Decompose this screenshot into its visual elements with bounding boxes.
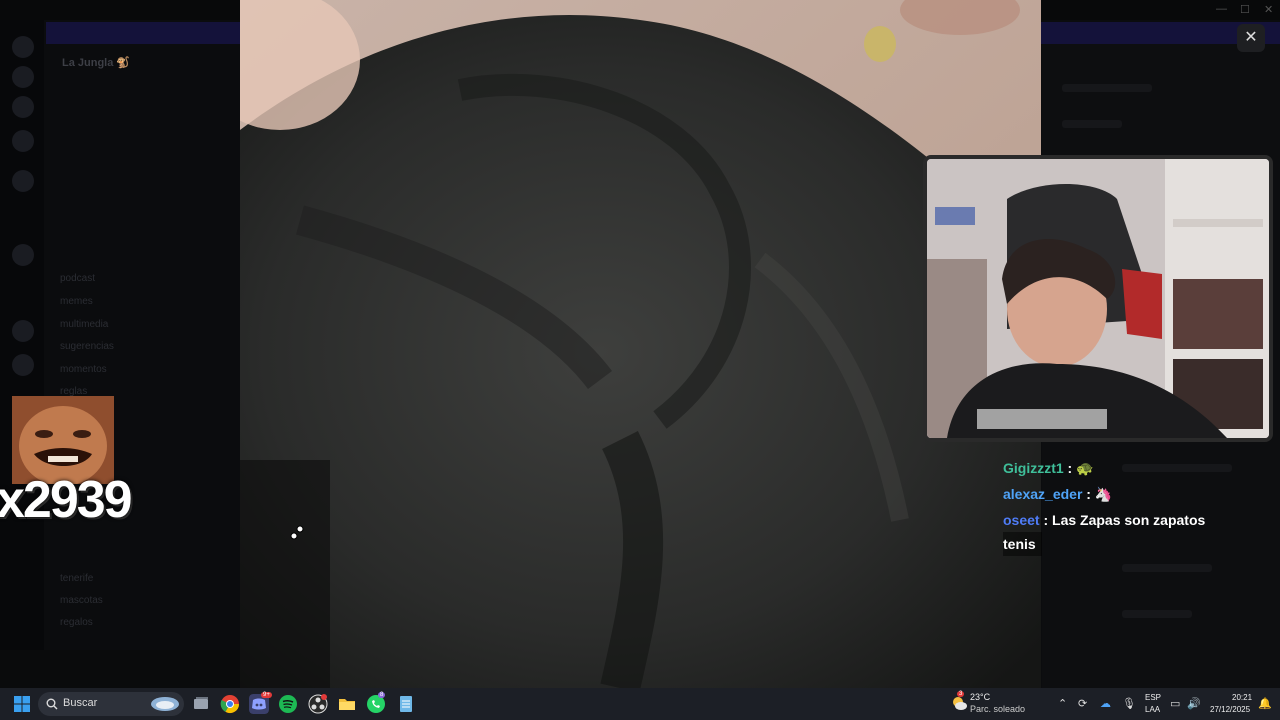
notepad-icon[interactable]	[396, 694, 416, 714]
microphone-icon[interactable]: 🎙	[1122, 697, 1136, 710]
server-icon[interactable]	[12, 66, 34, 88]
chat-text-continuation: tenis	[1003, 532, 1042, 556]
weather-temperature[interactable]: 23°C	[970, 692, 990, 702]
clock-date[interactable]: 27/12/2025	[1210, 705, 1250, 714]
server-icon[interactable]	[12, 130, 34, 152]
chevron-up-icon[interactable]: ⌃	[1058, 697, 1067, 710]
close-stream-button[interactable]: ✕	[1237, 24, 1265, 52]
mouse-cursor-icon	[290, 525, 304, 540]
server-icon[interactable]	[12, 320, 34, 342]
file-explorer-icon[interactable]	[337, 694, 357, 714]
obs-icon[interactable]	[308, 694, 328, 714]
close-icon: ✕	[1244, 29, 1258, 46]
chat-text: Las Zapas son zapatos	[1052, 512, 1206, 528]
task-view-icon[interactable]	[191, 694, 211, 714]
channel-item[interactable]: mascotas	[60, 595, 103, 606]
server-rail	[0, 20, 44, 688]
volume-icon[interactable]: 🔊	[1187, 697, 1201, 710]
keyboard-layout-indicator[interactable]: LAA	[1145, 705, 1160, 714]
chat-separator: :	[1082, 486, 1095, 502]
chat-username: oseet	[1003, 512, 1040, 528]
server-icon[interactable]	[12, 244, 34, 266]
discord-badge: 9+	[261, 692, 272, 698]
stream-video[interactable]	[240, 0, 1041, 688]
webcam-overlay	[923, 155, 1273, 442]
webcam-frame	[927, 159, 1269, 438]
server-icon[interactable]	[12, 170, 34, 192]
channel-item[interactable]: momentos	[60, 364, 107, 375]
window-close-icon[interactable]: ✕	[1264, 3, 1273, 16]
search-input[interactable]: Buscar	[38, 692, 184, 716]
server-icon[interactable]	[12, 96, 34, 118]
search-label: Buscar	[63, 697, 98, 709]
chat-text: 🦄	[1094, 486, 1113, 502]
chat-separator: :	[1039, 512, 1053, 528]
taskbar: Buscar 9+ 8 3 23°C Parc. soleado ⌃ ⟳ ☁ 🎙…	[0, 688, 1280, 720]
maximize-icon[interactable]: ☐	[1240, 3, 1250, 16]
meme-counter: x2939	[0, 471, 133, 529]
video-frame	[240, 0, 1041, 688]
weather-description[interactable]: Parc. soleado	[970, 704, 1025, 714]
search-highlight-icon	[151, 697, 179, 711]
minimize-icon[interactable]: —	[1216, 3, 1227, 15]
chrome-icon[interactable]	[220, 694, 240, 714]
network-icon[interactable]: ▭	[1170, 697, 1180, 710]
channel-item[interactable]: podcast	[60, 273, 95, 284]
channel-item[interactable]: tenerife	[60, 573, 93, 584]
chat-message: Gigizzzt1 : 🐢	[1003, 456, 1100, 480]
onedrive-icon[interactable]: ☁	[1100, 697, 1111, 710]
clock-time[interactable]: 20:21	[1232, 693, 1252, 702]
user-panel	[0, 650, 240, 688]
channel-item[interactable]: multimedia	[60, 319, 108, 330]
spotify-icon[interactable]	[278, 694, 298, 714]
chat-message: alexaz_eder : 🦄	[1003, 482, 1118, 506]
channel-item[interactable]: memes	[60, 296, 93, 307]
language-indicator[interactable]: ESP	[1145, 693, 1161, 702]
server-name[interactable]: La Jungla 🐒	[62, 56, 130, 69]
chat-username: alexaz_eder	[1003, 486, 1083, 502]
server-icon[interactable]	[12, 354, 34, 376]
windows-start-icon[interactable]	[12, 694, 32, 714]
notifications-icon[interactable]: 🔔	[1258, 697, 1272, 710]
chat-message: oseet : Las Zapas son zapatos	[1003, 508, 1211, 532]
chat-username: Gigizzzt1	[1003, 460, 1064, 476]
channel-item[interactable]: regalos	[60, 617, 93, 628]
channel-item[interactable]: sugerencias	[60, 341, 114, 352]
server-icon[interactable]	[12, 36, 34, 58]
sync-icon[interactable]: ⟳	[1078, 697, 1087, 710]
search-icon	[46, 698, 58, 710]
chat-text: 🐢	[1076, 460, 1094, 476]
chat-separator: :	[1063, 460, 1077, 476]
